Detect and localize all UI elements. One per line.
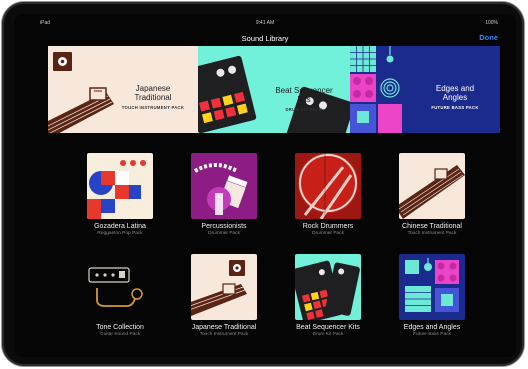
pack-artwork <box>191 254 257 320</box>
pack-subtitle: Future Bass Pack <box>413 332 451 337</box>
pack-title: Tone Collection <box>96 324 144 331</box>
pack-tile-chinese-traditional[interactable]: Chinese Traditional Touch Instrument Pac… <box>384 153 480 236</box>
pack-artwork <box>87 254 153 320</box>
status-bar: iPad 9:41 AM 100% <box>14 18 516 28</box>
status-time: 9:41 AM <box>255 20 275 26</box>
pack-title: Beat Sequencer Kits <box>296 324 360 331</box>
pack-title: Percussionists <box>201 223 247 230</box>
featured-banner: Japanese Traditional TOUCH INSTRUMENT PA… <box>48 46 500 133</box>
banner-japanese-traditional[interactable]: Japanese Traditional TOUCH INSTRUMENT PA… <box>48 46 198 133</box>
pack-tile-edges-and-angles[interactable]: Edges and Angles Future Bass Pack <box>384 254 480 337</box>
pack-title: Rock Drummers <box>302 223 354 230</box>
banner-title-line2: Traditional <box>134 93 172 102</box>
pack-subtitle: Drummer Pack <box>208 231 240 236</box>
banner-title-line1: Beat Sequencer <box>275 86 333 95</box>
pack-tile-gozadera-latina[interactable]: Gozadera Latina Reggaeton Pop Pack <box>72 153 168 236</box>
pack-subtitle: Guitar Sound Pack <box>99 332 141 337</box>
done-button[interactable]: Done <box>479 33 498 42</box>
pack-artwork <box>399 153 465 219</box>
navigation-bar: Sound Library Done <box>14 30 516 44</box>
pack-subtitle: Drum Kit Pack <box>312 332 344 337</box>
pack-artwork <box>191 153 257 219</box>
banner-subtitle: TOUCH INSTRUMENT PACK <box>121 105 185 110</box>
banner-beat-sequencer-kits[interactable]: Beat Sequencer Kits DRUM KIT PACK <box>198 46 350 133</box>
banner-title-line2: Angles <box>442 93 468 102</box>
ipad-frame: iPad 9:41 AM 100% Sound Library Done Jap… <box>2 2 524 366</box>
pack-subtitle: Drummer Pack <box>312 231 344 236</box>
pack-tile-rock-drummers[interactable]: Rock Drummers Drummer Pack <box>280 153 376 236</box>
pack-title: Japanese Traditional <box>191 324 257 331</box>
page-title: Sound Library <box>241 34 289 43</box>
pack-subtitle: Touch Instrument Pack <box>199 332 249 337</box>
pack-tile-japanese-traditional[interactable]: Japanese Traditional Touch Instrument Pa… <box>176 254 272 337</box>
pack-title: Edges and Angles <box>403 324 461 331</box>
banner-subtitle: FUTURE BASS PACK <box>431 105 479 110</box>
pack-artwork <box>295 153 361 219</box>
pack-subtitle: Touch Instrument Pack <box>407 231 457 236</box>
pack-tile-beat-sequencer-kits[interactable]: Beat Sequencer Kits Drum Kit Pack <box>280 254 376 337</box>
pack-tile-tone-collection[interactable]: Tone Collection Guitar Sound Pack <box>72 254 168 337</box>
banner-title-line2: Kits <box>297 95 311 104</box>
pack-tile-percussionists[interactable]: Percussionists Drummer Pack <box>176 153 272 236</box>
pack-artwork <box>399 254 465 320</box>
banner-edges-and-angles[interactable]: Edges and Angles FUTURE BASS PACK <box>350 46 500 133</box>
pack-artwork <box>87 153 153 219</box>
pack-subtitle: Reggaeton Pop Pack <box>97 231 143 236</box>
banner-title-line1: Japanese <box>135 84 171 93</box>
battery-level: 100% <box>485 20 498 26</box>
pack-title: Chinese Traditional <box>402 223 462 230</box>
banner-subtitle: DRUM KIT PACK <box>285 107 323 112</box>
pack-title: Gozadera Latina <box>94 223 146 230</box>
banner-title-line1: Edges and <box>435 84 475 93</box>
pack-artwork <box>295 254 361 320</box>
screen: iPad 9:41 AM 100% Sound Library Done Jap… <box>14 14 516 357</box>
